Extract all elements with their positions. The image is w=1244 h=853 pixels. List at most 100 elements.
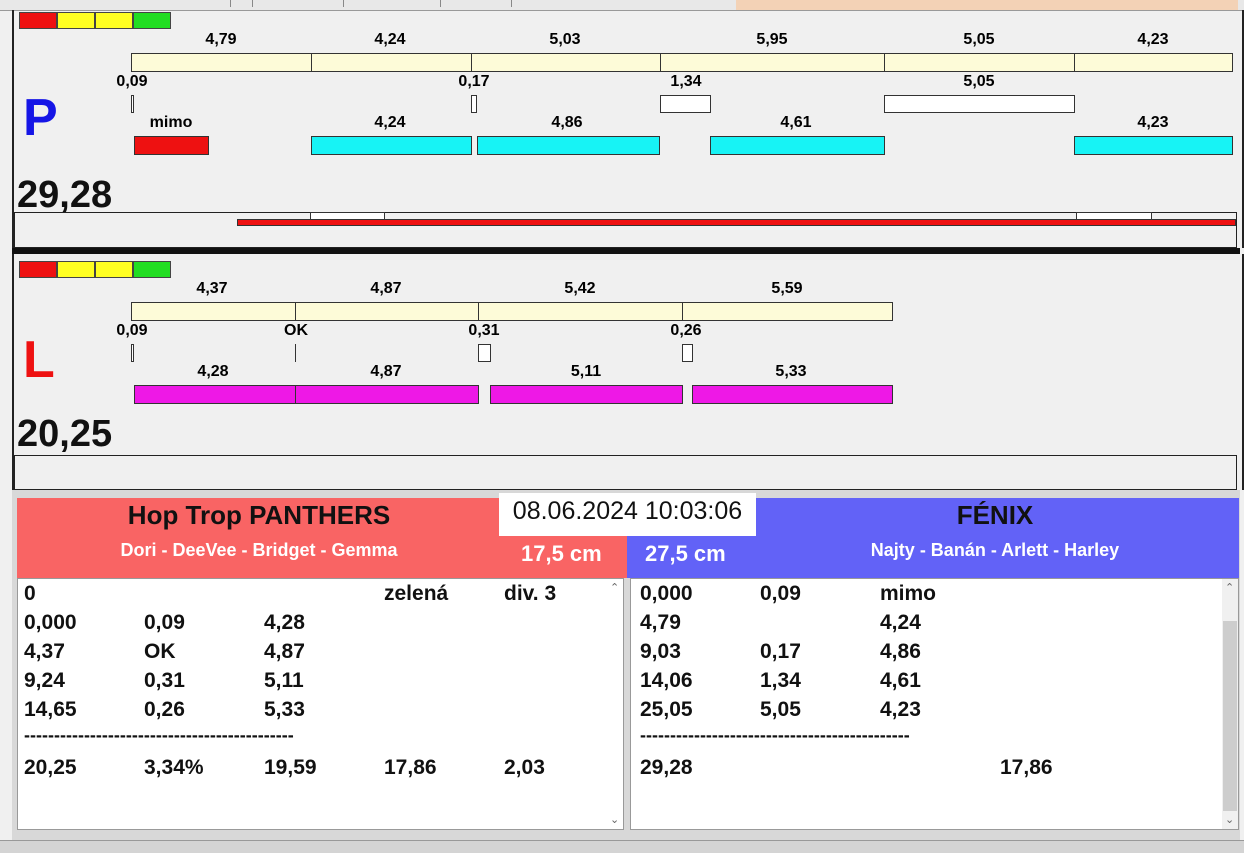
tab-strip-accent [736,0,1238,10]
tab-1[interactable] [170,0,231,7]
jump-label: 4,87 [370,363,402,380]
cell: 0,000 [24,611,77,634]
cell: 0,17 [760,640,801,663]
cell: 4,28 [264,611,305,634]
result-list-left[interactable]: 0 zelená div. 3 0,000 0,09 4,28 4,37 OK … [17,578,624,830]
scroll-up-icon[interactable]: ⌃ [1225,581,1234,594]
list-item: 4,37 [24,640,65,664]
legend-yellow [57,12,95,29]
gap-marker [131,344,134,362]
jump-label: 4,24 [374,114,406,131]
list-item: 0,31 [144,669,185,693]
run-bar [660,53,885,72]
gap-label: 0,09 [116,73,148,90]
list-item: OK [144,640,176,664]
list-item: 5,05 [760,698,801,722]
jump-label: 4,61 [780,114,812,131]
jump-bar [477,136,660,155]
cell: 4,79 [640,611,681,634]
jump-bar [710,136,885,155]
list-item: div. 3 [504,582,556,606]
team-name-right: FÉNIX [956,500,1034,530]
cell: 4,87 [264,640,305,663]
run-label: 5,59 [771,280,803,297]
scroll-down-icon[interactable]: ⌄ [1225,813,1234,826]
list-item: 4,86 [880,640,921,664]
list-item: 4,28 [264,611,305,635]
bottom-edge [0,840,1244,853]
cell: 25,05 [640,698,693,721]
legend-green [133,261,171,278]
list-item: 4,61 [880,669,921,693]
run-bar [131,53,312,72]
team-members-left: Dori - DeeVee - Bridget - Gemma [120,540,398,560]
cell: 0,26 [144,698,185,721]
cell: 1,34 [760,669,801,692]
list-item: 0,17 [760,640,801,664]
list-item: 1,34 [760,669,801,693]
cell: 9,03 [640,640,681,663]
summary-cell: 19,59 [264,756,317,779]
cell: 0,000 [640,582,693,605]
gap-marker [884,95,1075,113]
cell: 4,23 [880,698,921,721]
legend-red [19,261,57,278]
list-item: 5,33 [264,698,305,722]
gap-label: 1,34 [670,73,702,90]
jump-bar [692,385,893,404]
cell: 0,09 [144,611,185,634]
summary-cell: 29,28 [640,756,693,779]
scroll-up-icon[interactable]: ⌃ [610,581,619,594]
legend-yellow [57,261,95,278]
jump-label: mimo [149,114,193,131]
list-item: 5,11 [264,669,304,693]
cell: 5,33 [264,698,305,721]
progress-strip-l [14,455,1237,490]
cell: 0,09 [760,582,801,605]
run-bar [884,53,1075,72]
scrollbar-left[interactable]: ⌃ ⌄ [607,579,623,829]
gap-label: 0,31 [468,322,500,339]
run-bar [295,302,479,321]
jump-label: 4,86 [551,114,583,131]
list-item: 4,23 [880,698,921,722]
list-item: 4,24 [880,611,921,635]
cell: 4,86 [880,640,921,663]
legend-red [19,12,57,29]
cell: div. 3 [504,582,557,605]
run-bar [682,302,893,321]
cell: 4,61 [880,669,921,692]
run-bar [1074,53,1233,72]
tab-3[interactable] [440,0,512,7]
jump-bar [1074,136,1233,155]
list-item: 25,05 [640,698,693,722]
legend-bar [19,261,171,278]
summary-cell: 17,86 [384,756,437,779]
cell: 14,06 [640,669,693,692]
total-l: 20,25 [17,413,113,455]
list-item: 9,03 [640,640,681,664]
tab-2[interactable] [252,0,344,7]
list-item: zelená [384,582,448,606]
gap-marker [478,344,491,362]
jump-bar [295,385,479,404]
separator-line: ----------------------------------------… [640,725,910,745]
scroll-down-icon[interactable]: ⌄ [610,813,619,826]
gap-label: 5,05 [963,73,995,90]
legend-bar [19,12,171,29]
cell: 0,31 [144,669,185,692]
progress-line [237,219,1236,226]
jump-label: 4,28 [197,363,229,380]
result-list-right[interactable]: 0,000 0,09 mimo 4,79 4,24 9,03 0,17 4,86… [630,578,1239,830]
gap-label: 0,26 [670,322,702,339]
total-p: 29,28 [17,174,113,216]
run-bar [311,53,472,72]
run-label: 5,03 [549,31,581,48]
list-item: 9,24 [24,669,65,693]
scrollbar-right[interactable]: ⌃ ⌄ [1222,579,1238,829]
side-letter-p: P [23,89,58,147]
cell: OK [144,640,176,663]
gap-label: 0,17 [458,73,490,90]
scrollbar-thumb[interactable] [1223,621,1237,811]
team-members-right: Najty - Banán - Arlett - Harley [870,540,1120,560]
